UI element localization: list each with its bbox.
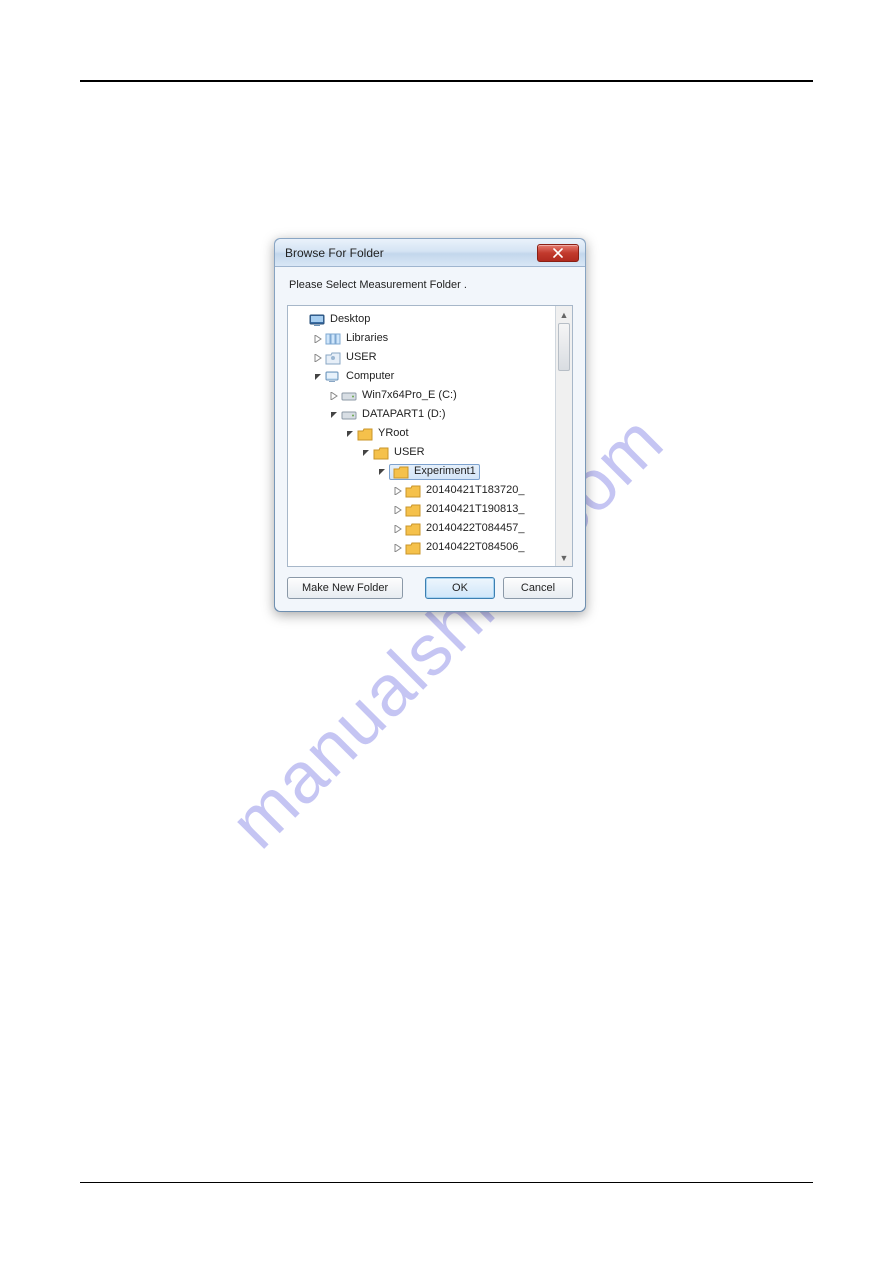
tree-label: YRoot bbox=[377, 428, 409, 439]
tree-label: Desktop bbox=[329, 314, 370, 325]
tree-node-computer[interactable]: Computer bbox=[290, 367, 572, 386]
collapsed-arrow-icon bbox=[328, 390, 340, 402]
expanded-arrow-icon bbox=[312, 371, 324, 383]
folder-tree[interactable]: Desktop Libraries bbox=[287, 305, 573, 567]
close-button[interactable] bbox=[537, 244, 579, 262]
tree-node-desktop[interactable]: Desktop bbox=[290, 310, 572, 329]
collapsed-arrow-icon bbox=[392, 485, 404, 497]
folder-icon bbox=[405, 483, 421, 499]
cancel-button[interactable]: Cancel bbox=[503, 577, 573, 599]
computer-icon bbox=[325, 369, 341, 385]
tree-label: 20140421T183720_ bbox=[425, 485, 524, 496]
tree-node-sub-1[interactable]: 20140421T183720_ bbox=[290, 481, 572, 500]
horizontal-rule-bottom bbox=[80, 1182, 813, 1183]
tree-label: Computer bbox=[345, 371, 394, 382]
desktop-icon bbox=[309, 312, 325, 328]
tree-node-user[interactable]: USER bbox=[290, 348, 572, 367]
tree-label: USER bbox=[393, 447, 425, 458]
close-icon bbox=[553, 248, 563, 258]
libraries-icon bbox=[325, 331, 341, 347]
folder-icon bbox=[393, 464, 409, 480]
tree-node-sub-2[interactable]: 20140421T190813_ bbox=[290, 500, 572, 519]
collapsed-arrow-icon bbox=[392, 523, 404, 535]
tree-label: Libraries bbox=[345, 333, 388, 344]
expanded-arrow-icon bbox=[360, 447, 372, 459]
dialog-prompt: Please Select Measurement Folder . bbox=[287, 279, 573, 291]
collapsed-arrow-icon bbox=[392, 542, 404, 554]
tree-node-libraries[interactable]: Libraries bbox=[290, 329, 572, 348]
collapsed-arrow-icon bbox=[392, 504, 404, 516]
drive-icon bbox=[341, 388, 357, 404]
horizontal-rule-top bbox=[80, 80, 813, 82]
folder-icon bbox=[405, 502, 421, 518]
tree-label: USER bbox=[345, 352, 377, 363]
expanded-arrow-icon bbox=[344, 428, 356, 440]
expanded-arrow-icon bbox=[376, 466, 388, 478]
make-new-folder-button[interactable]: Make New Folder bbox=[287, 577, 403, 599]
folder-icon bbox=[405, 521, 421, 537]
tree-node-experiment1-selected[interactable]: Experiment1 bbox=[290, 462, 572, 481]
scroll-up-arrow-icon[interactable]: ▲ bbox=[556, 306, 572, 323]
tree-label: 20140422T084506_ bbox=[425, 542, 524, 553]
tree-node-drive-d[interactable]: DATAPART1 (D:) bbox=[290, 405, 572, 424]
folder-icon bbox=[405, 540, 421, 556]
tree-label: 20140422T084457_ bbox=[425, 523, 524, 534]
tree-label: 20140421T190813_ bbox=[425, 504, 524, 515]
tree-node-yroot[interactable]: YRoot bbox=[290, 424, 572, 443]
scroll-thumb[interactable] bbox=[558, 323, 570, 371]
tree-node-user-2[interactable]: USER bbox=[290, 443, 572, 462]
tree-label: Win7x64Pro_E (C:) bbox=[361, 390, 457, 401]
scrollbar[interactable]: ▲ ▼ bbox=[555, 306, 572, 566]
collapsed-arrow-icon bbox=[312, 333, 324, 345]
tree-node-drive-c[interactable]: Win7x64Pro_E (C:) bbox=[290, 386, 572, 405]
dialog-title: Browse For Folder bbox=[285, 246, 537, 260]
browse-folder-dialog: Browse For Folder Please Select Measurem… bbox=[274, 238, 586, 612]
ok-button[interactable]: OK bbox=[425, 577, 495, 599]
scroll-down-arrow-icon[interactable]: ▼ bbox=[556, 549, 572, 566]
dialog-titlebar[interactable]: Browse For Folder bbox=[275, 239, 585, 267]
tree-node-sub-3[interactable]: 20140422T084457_ bbox=[290, 519, 572, 538]
folder-icon bbox=[357, 426, 373, 442]
collapsed-arrow-icon bbox=[312, 352, 324, 364]
tree-label: DATAPART1 (D:) bbox=[361, 409, 446, 420]
folder-icon bbox=[373, 445, 389, 461]
expanded-arrow-icon bbox=[328, 409, 340, 421]
tree-node-sub-4[interactable]: 20140422T084506_ bbox=[290, 538, 572, 557]
user-folder-icon bbox=[325, 350, 341, 366]
tree-label: Experiment1 bbox=[413, 466, 476, 477]
drive-icon bbox=[341, 407, 357, 423]
